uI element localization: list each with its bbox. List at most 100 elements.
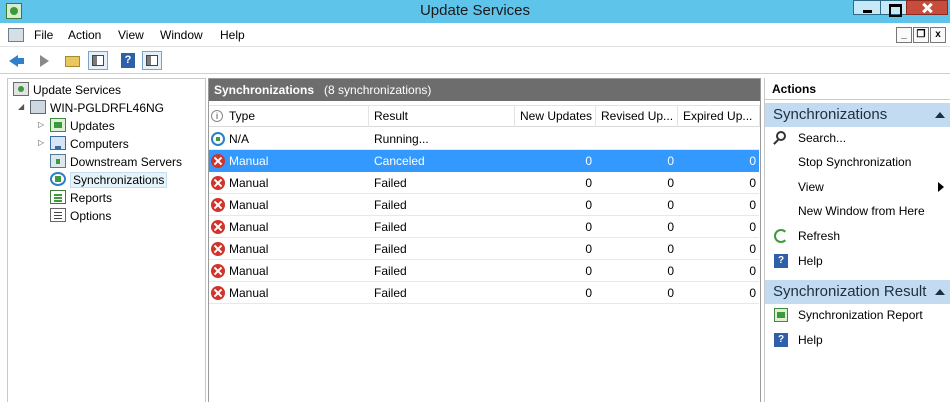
table-row[interactable]: N/A Running... [209, 128, 759, 150]
reports-icon [50, 189, 66, 204]
cell-revised-updates: 0 [667, 154, 674, 168]
downstream-servers-icon [50, 153, 66, 168]
action-refresh[interactable]: Refresh [765, 225, 950, 247]
sync-running-icon [211, 132, 225, 146]
table-row[interactable]: Manual Failed 0 0 0 [209, 172, 759, 194]
window-title: Update Services [419, 2, 531, 19]
tree-item-reports[interactable]: Reports [50, 188, 112, 206]
menu-help[interactable]: Help [220, 28, 245, 42]
toolbar: ? [0, 47, 950, 74]
cell-expired-updates: 0 [749, 264, 756, 278]
synchronizations-icon [50, 171, 66, 186]
collapse-section-icon[interactable] [935, 112, 945, 118]
action-search[interactable]: Search... [765, 127, 950, 149]
child-minimize-button[interactable]: _ [896, 27, 912, 43]
tree-item-downstream-servers[interactable]: Downstream Servers [50, 152, 182, 170]
collapse-section-icon[interactable] [935, 289, 945, 295]
tree-item-options[interactable]: Options [50, 206, 111, 224]
table-row[interactable]: Manual Failed 0 0 0 [209, 260, 759, 282]
help-icon: ? [121, 53, 135, 68]
table-row[interactable]: Manual Failed 0 0 0 [209, 238, 759, 260]
cell-expired-updates: 0 [749, 176, 756, 190]
error-icon [211, 154, 225, 168]
results-count: (8 synchronizations) [324, 83, 432, 97]
action-stop-synchronization[interactable]: Stop Synchronization [765, 151, 950, 173]
cell-new-updates: 0 [585, 286, 592, 300]
action-pane-icon [146, 55, 158, 66]
cell-new-updates: 0 [585, 264, 592, 278]
cell-type: Manual [229, 264, 269, 278]
child-close-button[interactable]: x [930, 27, 946, 43]
tree-item-updates[interactable]: Updates [50, 116, 115, 134]
mmc-system-menu-icon[interactable] [8, 28, 24, 42]
cell-revised-updates: 0 [667, 286, 674, 300]
tree-item-synchronizations[interactable]: Synchronizations [50, 170, 168, 188]
table-row[interactable]: Manual Failed 0 0 0 [209, 216, 759, 238]
cell-expired-updates: 0 [749, 220, 756, 234]
collapse-server-icon[interactable]: ◢ [18, 98, 24, 116]
actions-pane: Actions Synchronizations Search... Stop … [764, 78, 950, 402]
options-icon [50, 207, 66, 222]
folder-up-icon [65, 56, 80, 67]
error-icon [211, 242, 225, 256]
cell-type: N/A [229, 132, 250, 146]
actions-section-synchronizations[interactable]: Synchronizations [765, 103, 950, 127]
column-header-row: i Type Result New Updates Revised Up... E… [209, 105, 760, 127]
action-view[interactable]: View [765, 176, 950, 198]
column-type[interactable]: i Type [209, 106, 369, 127]
console-tree: Update Services ◢ WIN-PGLDRFL46NG ▷ Upda… [7, 78, 206, 402]
computers-icon [50, 135, 66, 150]
help-toolbar-button[interactable]: ? [119, 51, 139, 70]
actions-title: Actions [765, 78, 950, 100]
cell-new-updates: 0 [585, 242, 592, 256]
tree-item-update-services[interactable]: Update Services [13, 80, 121, 98]
minimize-button[interactable] [853, 0, 881, 15]
column-expired-updates[interactable]: Expired Up... [678, 106, 760, 127]
results-title: Synchronizations [214, 83, 315, 97]
refresh-icon [774, 229, 788, 243]
menu-view[interactable]: View [118, 28, 144, 42]
column-new-updates[interactable]: New Updates [515, 106, 596, 127]
column-result[interactable]: Result [369, 106, 515, 127]
child-restore-button[interactable]: ❐ [913, 27, 929, 43]
table-row[interactable]: Manual Canceled 0 0 0 [209, 150, 759, 172]
error-icon [211, 264, 225, 278]
table-row[interactable]: Manual Failed 0 0 0 [209, 194, 759, 216]
actions-section-synchronization-result[interactable]: Synchronization Result [765, 280, 950, 304]
cell-result: Failed [374, 242, 407, 256]
tree-item-server[interactable]: WIN-PGLDRFL46NG [30, 98, 164, 116]
server-icon [30, 99, 46, 114]
action-synchronization-report[interactable]: Synchronization Report [765, 304, 950, 326]
up-one-level-button[interactable] [63, 51, 83, 70]
cell-result: Failed [374, 264, 407, 278]
expand-updates-icon[interactable]: ▷ [38, 116, 44, 134]
tree-item-computers[interactable]: Computers [50, 134, 129, 152]
title-bar: Update Services [0, 0, 950, 23]
cell-revised-updates: 0 [667, 220, 674, 234]
info-icon: i [211, 110, 223, 122]
expand-computers-icon[interactable]: ▷ [38, 134, 44, 152]
action-help[interactable]: ? Help [765, 250, 950, 272]
table-row[interactable]: Manual Failed 0 0 0 [209, 282, 759, 304]
show-hide-console-tree-button[interactable] [88, 51, 108, 70]
column-revised-updates[interactable]: Revised Up... [596, 106, 678, 127]
help-icon: ? [774, 254, 788, 268]
back-button[interactable] [7, 51, 27, 70]
menu-file[interactable]: File [34, 28, 53, 42]
cell-result: Failed [374, 286, 407, 300]
error-icon [211, 220, 225, 234]
action-new-window-from-here[interactable]: New Window from Here [765, 200, 950, 222]
cell-type: Manual [229, 176, 269, 190]
cell-type: Manual [229, 242, 269, 256]
menu-window[interactable]: Window [160, 28, 203, 42]
menu-action[interactable]: Action [68, 28, 101, 42]
action-result-help[interactable]: ? Help [765, 329, 950, 351]
results-header: Synchronizations (8 synchronizations) [209, 79, 760, 101]
forward-button[interactable] [31, 51, 51, 70]
close-button[interactable] [906, 0, 948, 15]
cell-expired-updates: 0 [749, 198, 756, 212]
error-icon [211, 286, 225, 300]
cell-new-updates: 0 [585, 198, 592, 212]
show-hide-action-pane-button[interactable] [142, 51, 162, 70]
maximize-button[interactable] [880, 0, 908, 17]
